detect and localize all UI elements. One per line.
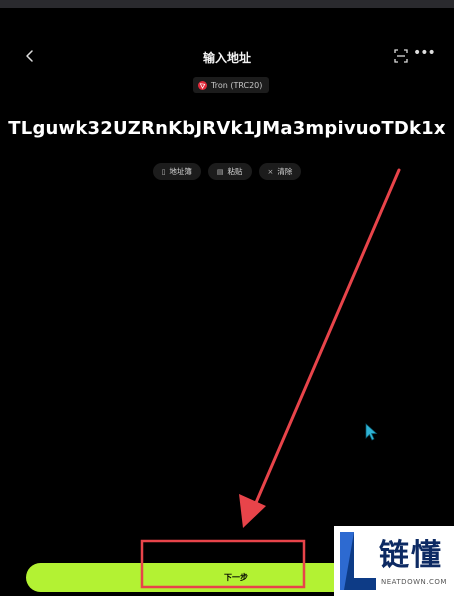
clear-button[interactable]: × 清除 bbox=[258, 163, 302, 180]
scan-icon bbox=[394, 49, 408, 63]
address-book-button[interactable]: ▯ 地址簿 bbox=[152, 163, 201, 180]
top-strip bbox=[0, 0, 454, 8]
watermark-text: 链懂 bbox=[379, 538, 443, 573]
network-label: Tron (TRC20) bbox=[211, 80, 263, 90]
annotation-arrow-line bbox=[250, 168, 401, 514]
paste-label: 粘贴 bbox=[227, 167, 243, 176]
more-button[interactable]: ••• bbox=[413, 46, 436, 65]
header: 输入地址 ••• bbox=[0, 40, 454, 72]
next-label: 下一步 bbox=[224, 573, 248, 582]
address-actions: ▯ 地址簿 ▤ 粘贴 × 清除 bbox=[0, 163, 454, 180]
clear-label: 清除 bbox=[277, 167, 293, 176]
tron-icon bbox=[198, 80, 207, 90]
book-icon: ▯ bbox=[161, 167, 166, 176]
watermark-subtext: NEATDOWN.COM bbox=[381, 578, 447, 586]
clear-icon: × bbox=[267, 167, 274, 176]
watermark-l-mark bbox=[340, 532, 376, 590]
address-input[interactable]: TLguwk32UZRnKbJRVk1JMa3mpivuoTDk1x bbox=[0, 118, 454, 139]
page-title: 输入地址 bbox=[202, 51, 251, 65]
mouse-cursor bbox=[365, 423, 378, 441]
more-icon: ••• bbox=[413, 45, 436, 61]
paste-button[interactable]: ▤ 粘贴 bbox=[207, 163, 252, 180]
watermark-logo: 链懂 NEATDOWN.COM bbox=[334, 526, 454, 596]
address-book-label: 地址簿 bbox=[169, 167, 192, 176]
paste-icon: ▤ bbox=[216, 167, 224, 176]
annotation-arrow-head bbox=[239, 494, 266, 528]
network-selector[interactable]: Tron (TRC20) bbox=[193, 77, 270, 93]
scan-button[interactable] bbox=[392, 47, 410, 65]
